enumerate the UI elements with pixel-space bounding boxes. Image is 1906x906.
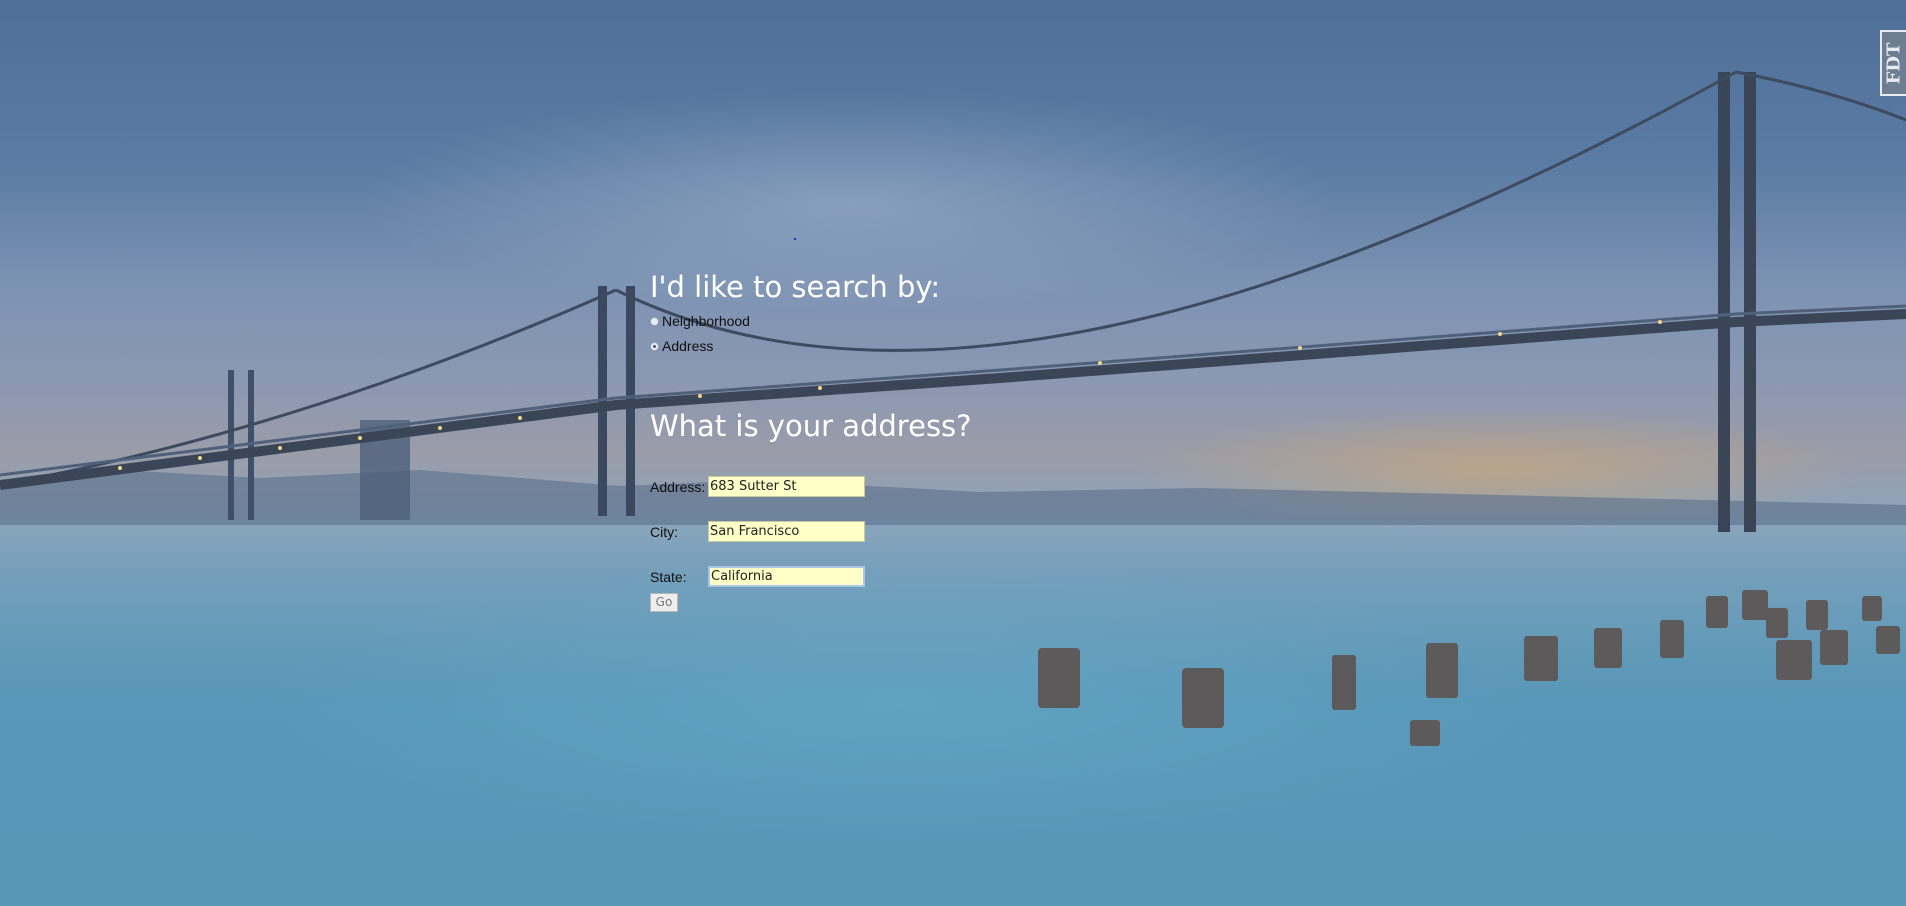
stray-dot	[794, 238, 796, 240]
search-by-heading: I'd like to search by:	[650, 270, 941, 304]
city-input[interactable]	[708, 521, 865, 543]
background-scene: I'd like to search by: Neighborhood Addr…	[0, 0, 1906, 906]
address-field-label: Address:	[650, 478, 706, 495]
address-option-label: Address	[662, 338, 714, 355]
option-address[interactable]: Address	[650, 336, 972, 357]
state-input[interactable]	[708, 566, 865, 588]
address-radio[interactable]	[650, 341, 659, 351]
fdt-badge-text: FDT	[1883, 42, 1905, 84]
state-field-label: State:	[650, 568, 687, 585]
search-panel: I'd like to search by: Neighborhood Addr…	[650, 270, 972, 612]
address-row: Address:	[650, 475, 972, 499]
option-neighborhood[interactable]: Neighborhood	[650, 311, 972, 332]
neighborhood-label: Neighborhood	[662, 313, 750, 330]
state-row: State:	[650, 565, 972, 589]
address-form-heading: What is your address?	[650, 408, 972, 443]
fdt-badge[interactable]: FDT	[1880, 30, 1906, 96]
search-by-options: Neighborhood Address	[650, 311, 972, 357]
city-row: City:	[650, 520, 972, 544]
address-input[interactable]	[708, 476, 865, 498]
city-field-label: City:	[650, 523, 678, 540]
neighborhood-radio[interactable]	[650, 316, 659, 326]
go-button[interactable]: Go	[650, 592, 678, 612]
address-form: Address: City: State: Go	[650, 475, 972, 612]
